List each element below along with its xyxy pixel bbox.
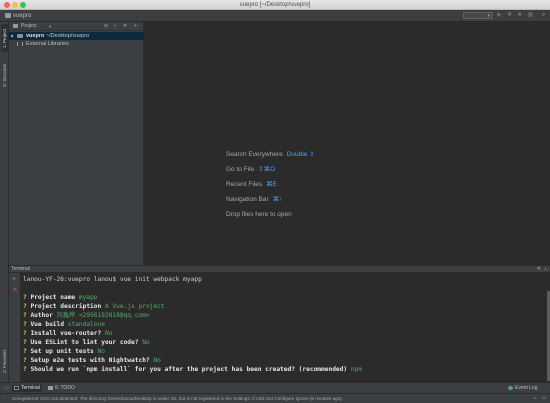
hint-shortcut: ⌘E [266, 181, 277, 188]
project-panel-header: Project ▾ ⊕ ÷ ✲ ⇤ [9, 22, 144, 31]
hide-panel-icon[interactable]: ⊥ [544, 266, 548, 273]
tree-item-path: ~/Desktop/vuepro [45, 33, 90, 39]
hint-label: Search Everywhere [226, 151, 283, 158]
project-structure-icon[interactable]: ▦ [527, 12, 534, 19]
hint-shortcut: ⇧⌘O [258, 166, 276, 173]
window-title: vuepro [~/Desktop/vuepro] [239, 2, 311, 8]
todo-icon [48, 385, 53, 390]
chevron-down-icon[interactable]: ▾ [49, 22, 51, 31]
project-view-selector[interactable]: Project [21, 22, 37, 31]
tool-windows-icon[interactable]: ▭ [2, 385, 11, 392]
tab-project[interactable]: 1: Project [1, 24, 8, 52]
terminal-line: ? Project name myapp [23, 294, 98, 301]
hint-drop-files: Drop files here to open [226, 210, 292, 219]
hint-go-to-file: Go to File ⇧⌘O [226, 165, 275, 174]
terminal-line: ? Vue build standalone [23, 321, 105, 328]
terminal-line: ? Use ESLint to lint your code? No [23, 339, 150, 346]
terminal-line: ? Should we run `npm install` for you af… [23, 366, 363, 373]
event-log-icon [508, 385, 513, 390]
terminal-line: ? Install vue-router? No [23, 330, 113, 337]
hint-shortcut: ⌘↑ [272, 196, 283, 203]
terminal-title: Terminal [11, 266, 30, 272]
chevron-right-icon[interactable]: ▶ [11, 32, 14, 40]
hide-panel-icon[interactable]: ⇤ [133, 23, 139, 30]
hint-recent-files: Recent Files ⌘E [226, 180, 277, 189]
editor-empty-area[interactable]: Search Everywhere Double ⇧ Go to File ⇧⌘O … [144, 22, 550, 265]
terminal-prompt: lanou-YF-26:vuepro lanou$ vue init webpa… [23, 276, 202, 283]
terminal-line: ? Setup e2e tests with Nightwatch? No [23, 357, 161, 364]
new-session-icon[interactable]: + [12, 276, 16, 283]
close-session-icon[interactable]: ✕ [12, 287, 18, 294]
left-tool-strip: 1: Project Z: Structure 2: Favorites [0, 22, 9, 382]
folder-icon [5, 13, 11, 18]
gear-icon[interactable]: ✲ [122, 23, 128, 30]
breadcrumb-project[interactable]: vuepro [13, 11, 31, 21]
tree-item-label: vuepro [26, 33, 45, 39]
status-bar: ▫ Unregistered VCS root detected: The di… [0, 393, 550, 403]
layout-icon[interactable]: ▫ [2, 395, 8, 402]
collapse-icon[interactable]: ÷ [112, 23, 118, 30]
navigation-bar: vuepro ▾ ▶ ✱ ■ ▦ ⌕ [0, 10, 550, 22]
ide-window: vuepro [~/Desktop/vuepro] vuepro ▾ ▶ ✱ ■… [0, 0, 550, 403]
folder-icon [17, 34, 23, 38]
stop-icon[interactable]: ■ [516, 12, 523, 19]
target-icon[interactable]: ⊕ [103, 23, 109, 30]
tab-todo[interactable]: 6: TODO [46, 385, 77, 392]
terminal-line: ? Project description A Vue.js project [23, 303, 165, 310]
tree-item-vuepro[interactable]: ▶ vuepro ~/Desktop/vuepro [9, 32, 144, 40]
gear-icon[interactable]: ✲ [537, 266, 541, 273]
run-configuration-select[interactable]: ▾ [463, 12, 493, 19]
chevron-down-icon: ▾ [487, 13, 490, 19]
bottom-tool-strip: ▭ Terminal 6: TODO Event Log [0, 382, 550, 393]
hint-label: Drop files here to open [226, 211, 292, 218]
terminal-scrollbar[interactable] [546, 273, 550, 382]
project-icon [13, 24, 18, 28]
tab-structure[interactable]: Z: Structure [1, 58, 8, 92]
tree-item-label: External Libraries [26, 41, 69, 47]
terminal-gutter: + ✕ [9, 273, 21, 382]
status-message[interactable]: Unregistered VCS root detected: The dire… [12, 394, 342, 403]
hint-label: Recent Files [226, 181, 263, 188]
terminal-output[interactable]: lanou-YF-26:vuepro lanou$ vue init webpa… [21, 273, 550, 382]
hint-label: Go to File [226, 166, 255, 173]
lock-icon[interactable]: ⌂ [532, 395, 538, 402]
hint-shortcut: Double ⇧ [286, 151, 315, 158]
project-panel: Project ▾ ⊕ ÷ ✲ ⇤ ▶ vuepro ~/Desktop/vue… [9, 22, 144, 265]
inspector-icon[interactable]: ☺ [541, 395, 547, 402]
terminal-header: Terminal ✲ ⊥ [9, 265, 550, 273]
terminal-line: ? Set up unit tests No [23, 348, 105, 355]
library-icon [17, 42, 23, 46]
hint-label: Navigation Bar [226, 196, 269, 203]
hint-search-everywhere: Search Everywhere Double ⇧ [226, 150, 315, 159]
tab-event-log[interactable]: Event Log [506, 385, 540, 392]
hint-navigation-bar: Navigation Bar ⌘↑ [226, 195, 282, 204]
debug-icon[interactable]: ✱ [506, 12, 513, 19]
terminal-line: ? Author 刘鑫烨 <2956192818@qq.com> [23, 312, 150, 319]
tab-favorites[interactable]: 2: Favorites [1, 344, 8, 378]
terminal-icon [14, 385, 19, 390]
tree-item-external-libraries[interactable]: External Libraries [9, 40, 144, 48]
run-icon[interactable]: ▶ [496, 12, 503, 19]
tab-terminal[interactable]: Terminal [12, 385, 42, 392]
search-icon[interactable]: ⌕ [540, 12, 547, 19]
title-bar: vuepro [~/Desktop/vuepro] [0, 0, 550, 10]
